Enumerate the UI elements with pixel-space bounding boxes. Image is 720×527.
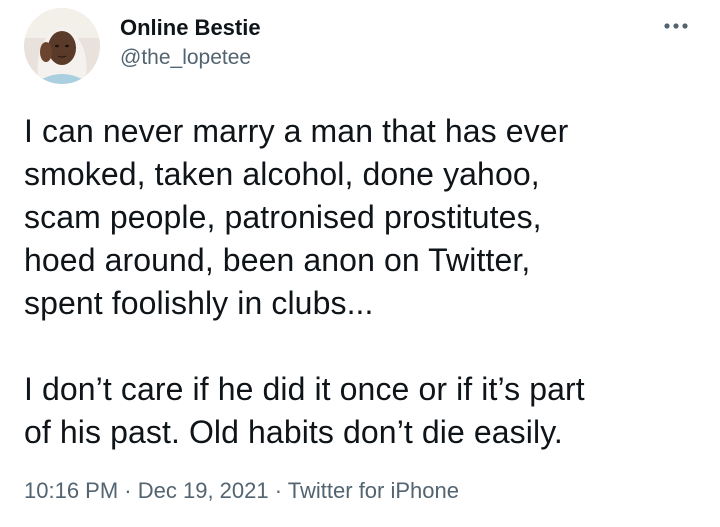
tweet-date[interactable]: Dec 19, 2021: [138, 478, 269, 503]
tweet-line: scam people, patronised prostitutes,: [24, 199, 542, 235]
tweet-line: of his past. Old habits don’t die easily…: [24, 414, 563, 450]
tweet-line: I can never marry a man that has ever: [24, 113, 569, 149]
tweet-line: hoed around, been anon on Twitter,: [24, 242, 531, 278]
avatar[interactable]: [24, 8, 100, 84]
meta-separator: ·: [124, 478, 138, 503]
avatar-image: [24, 8, 100, 84]
display-name[interactable]: Online Bestie: [120, 14, 261, 42]
user-handle[interactable]: @the_lopetee: [120, 44, 261, 72]
more-button[interactable]: [660, 12, 692, 40]
user-names: Online Bestie @the_lopetee: [120, 14, 261, 72]
tweet-line: I don’t care if he did it once or if it’…: [24, 371, 585, 407]
tweet-line: spent foolishly in clubs...: [24, 285, 374, 321]
tweet-card: Online Bestie @the_lopetee I can never m…: [0, 0, 720, 527]
tweet-text: I can never marry a man that has ever sm…: [24, 110, 704, 454]
tweet-line: smoked, taken alcohol, done yahoo,: [24, 156, 540, 192]
more-horizontal-icon: [664, 23, 688, 29]
meta-separator: ·: [274, 478, 288, 503]
tweet-header: Online Bestie @the_lopetee: [20, 6, 700, 86]
tweet-source[interactable]: Twitter for iPhone: [288, 478, 459, 503]
tweet-meta: 10:16 PM · Dec 19, 2021 · Twitter for iP…: [24, 476, 459, 506]
tweet-time[interactable]: 10:16 PM: [24, 478, 118, 503]
